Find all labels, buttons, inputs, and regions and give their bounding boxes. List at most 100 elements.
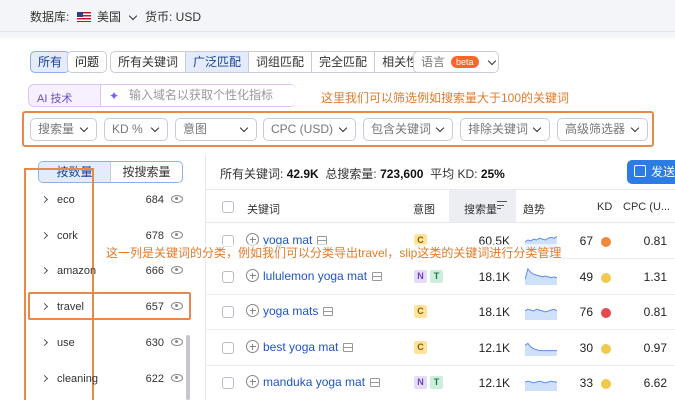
volume-value: 12.1K <box>478 341 510 355</box>
row-checkbox[interactable] <box>222 306 234 318</box>
filter-volume[interactable]: 搜索量 <box>30 118 97 141</box>
keyword-link[interactable]: lululemon yoga mat <box>263 269 383 283</box>
intent-badges: NT <box>414 376 443 389</box>
filter-kd[interactable]: KD % <box>104 118 168 141</box>
category-name: cleaning <box>57 373 98 385</box>
us-flag-icon <box>76 12 91 22</box>
serp-icon[interactable] <box>372 272 383 281</box>
intent-badge: T <box>430 270 443 283</box>
chevron-down-icon <box>532 123 542 133</box>
trend-sparkline <box>525 308 557 320</box>
volume-value: 18.1K <box>478 305 510 319</box>
eye-icon[interactable] <box>171 195 183 203</box>
kd-value: 30 <box>579 341 593 355</box>
eye-icon[interactable] <box>171 231 183 239</box>
tab-phrase-match[interactable]: 词组匹配 <box>249 52 313 72</box>
top-bar: 数据库: 美国 货币: USD <box>0 0 675 32</box>
eye-icon[interactable] <box>171 338 183 346</box>
category-item-eco[interactable]: eco 684 <box>40 192 185 212</box>
category-item-amazon[interactable]: amazon 666 <box>40 263 185 283</box>
filter-cpc[interactable]: CPC (USD) <box>263 118 356 141</box>
keyword-text: best yoga mat <box>263 340 339 354</box>
avg-kd-label: 平均 KD: <box>430 167 478 181</box>
intent-badge: C <box>414 341 427 354</box>
ai-domain-input[interactable]: 输入域名以获取个性化指标 <box>100 85 296 106</box>
category-name: cork <box>57 230 78 242</box>
language-dropdown[interactable]: 语言 beta <box>413 51 499 73</box>
row-checkbox[interactable] <box>222 271 234 283</box>
category-count: 657 <box>145 301 164 313</box>
table-row: yoga mats C 18.1K 76 0.81 <box>205 295 675 330</box>
serp-icon[interactable] <box>323 307 334 316</box>
sidebar-scrollbar[interactable] <box>186 335 190 400</box>
keyword-link[interactable]: yoga mats <box>263 304 334 318</box>
tab-all-keywords[interactable]: 所有关键词 <box>111 52 187 72</box>
row-checkbox[interactable] <box>222 342 234 354</box>
database-selector[interactable]: 数据库: 美国 <box>30 8 138 25</box>
tab-exact-match[interactable]: 完全匹配 <box>312 52 376 72</box>
header-volume[interactable]: 搜索量 <box>464 201 497 217</box>
chevron-right-icon <box>40 338 49 347</box>
header-kd[interactable]: KD <box>597 201 612 213</box>
category-item-travel[interactable]: travel 657 <box>40 299 185 319</box>
select-all-checkbox[interactable] <box>222 201 234 213</box>
eye-icon[interactable] <box>171 302 183 310</box>
category-annotation: 这一列是关键词的分类，例如我们可以分类导出travel，slip这类的关键词进行… <box>106 244 562 261</box>
tab-broad-match[interactable]: 广泛匹配 <box>186 52 250 72</box>
add-to-list-icon[interactable] <box>246 269 259 282</box>
header-cpc[interactable]: CPC (U... <box>623 201 670 213</box>
chevron-right-icon <box>40 266 49 275</box>
chevron-down-icon <box>487 56 496 66</box>
header-intent[interactable]: 意图 <box>413 201 435 217</box>
trend-sparkline <box>525 380 557 391</box>
category-item-cleaning[interactable]: cleaning 622 <box>40 371 185 391</box>
filter-exclude-keywords[interactable]: 排除关键词 <box>460 118 550 141</box>
trend-sparkline <box>525 267 557 285</box>
serp-icon[interactable] <box>343 343 354 352</box>
eye-icon[interactable] <box>171 266 183 274</box>
row-checkbox[interactable] <box>222 377 234 389</box>
filter-intent[interactable]: 意图 <box>175 118 257 141</box>
cpc-value: 6.62 <box>643 376 667 390</box>
category-count: 630 <box>145 337 164 349</box>
sort-icon[interactable] <box>497 201 507 210</box>
category-item-use[interactable]: use 630 <box>40 335 185 355</box>
add-to-list-icon[interactable] <box>246 375 259 388</box>
category-name: amazon <box>57 265 97 277</box>
header-keyword[interactable]: 关键词 <box>247 201 280 217</box>
kd-indicator <box>601 344 611 354</box>
send-button[interactable]: 发送 <box>627 160 675 184</box>
kd-indicator <box>601 273 611 283</box>
add-to-list-icon[interactable] <box>246 340 259 353</box>
filter-include-keywords[interactable]: 包含关键词 <box>363 118 453 141</box>
cpc-value: 1.31 <box>643 270 667 284</box>
send-button-label: 发送 <box>651 165 675 179</box>
filter-advanced[interactable]: 高级筛选器 <box>557 118 648 141</box>
volume-value: 12.1K <box>478 376 510 390</box>
intent-badges: NT <box>414 270 443 283</box>
keyword-link[interactable]: manduka yoga mat <box>263 375 381 389</box>
intent-badges: C <box>414 341 427 354</box>
chevron-down-icon <box>338 123 348 133</box>
keyword-link[interactable]: best yoga mat <box>263 340 354 354</box>
eye-icon[interactable] <box>171 374 183 382</box>
total-volume-value: 723,600 <box>380 167 424 181</box>
filter-kd-label: KD % <box>112 122 143 136</box>
chevron-right-icon <box>40 195 49 204</box>
trend-area <box>525 381 557 391</box>
toggle-by-volume[interactable]: 按搜索量 <box>110 162 182 182</box>
category-count: 678 <box>145 230 164 242</box>
intent-badge: N <box>414 270 427 283</box>
table-header: 关键词 意图 搜索量 趋势 KD CPC (U... <box>205 189 675 223</box>
tab-questions[interactable]: 问题 <box>67 51 108 73</box>
ai-label: AI 技术 <box>37 93 73 105</box>
serp-icon[interactable] <box>370 378 381 387</box>
filter-intent-label: 意图 <box>183 122 208 136</box>
add-to-list-icon[interactable] <box>246 304 259 317</box>
tab-all[interactable]: 所有 <box>30 51 71 73</box>
chevron-down-icon <box>630 123 640 133</box>
chevron-right-icon <box>40 302 49 311</box>
all-keywords-label: 所有关键词: <box>220 167 284 181</box>
table-row: lululemon yoga mat NT 18.1K 49 1.31 <box>205 260 675 295</box>
header-trend: 趋势 <box>523 204 545 216</box>
